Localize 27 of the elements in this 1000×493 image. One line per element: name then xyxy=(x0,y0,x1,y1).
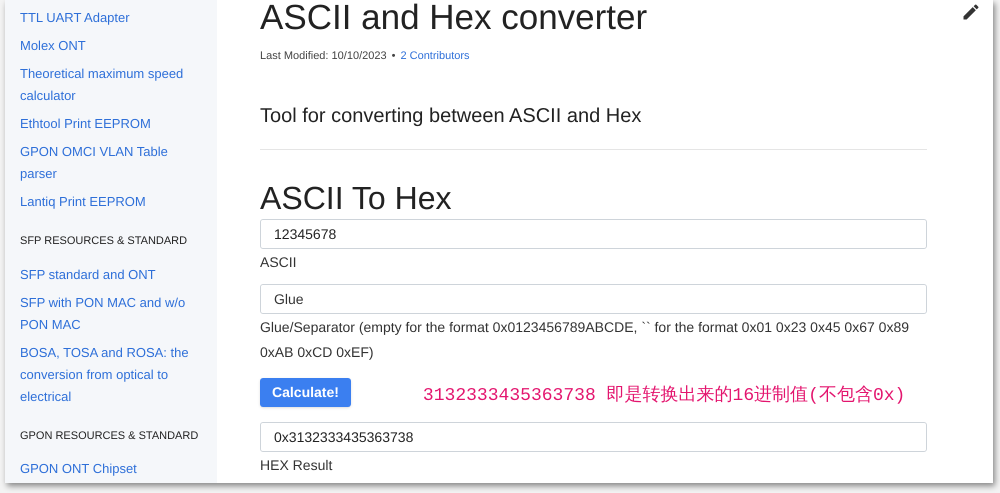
sidebar-link[interactable]: SFP with PON MAC and w/o PON MAC xyxy=(20,292,190,336)
input-field[interactable]: Glue xyxy=(260,284,927,314)
modified-date: Last Modified: 10/10/2023 xyxy=(260,49,387,64)
sidebar-link[interactable]: Molex ONT xyxy=(20,35,190,57)
contributors-link[interactable]: 2 Contributors xyxy=(400,48,470,64)
sidebar-link[interactable]: GPON ONT Chipset xyxy=(20,458,190,480)
sidebar-link[interactable]: SFP standard and ONT xyxy=(20,264,190,286)
edit-icon[interactable] xyxy=(961,2,981,22)
sidebar-link[interactable]: Lantiq Print EEPROM xyxy=(20,191,190,213)
sidebar-link[interactable]: GPON OMCI VLAN Table parser xyxy=(20,141,190,185)
sidebar-heading: SFP RESOURCES & STANDARD xyxy=(20,234,188,249)
input-field[interactable]: 0x3132333435363738 xyxy=(260,422,927,452)
sidebar-heading: GPON RESOURCES & STANDARD xyxy=(20,428,200,444)
field-label: ASCII xyxy=(260,252,298,272)
sidebar-link[interactable]: Ethtool Print EEPROM xyxy=(20,113,190,135)
sidebar-link[interactable]: BOSA, TOSA and ROSA: the conversion from optical to electrical xyxy=(20,342,190,408)
lead-text: Tool for converting between ASCII and Hex xyxy=(260,104,642,128)
section-title: ASCII To Hex xyxy=(260,178,452,216)
input-field[interactable]: 12345678 xyxy=(260,218,927,248)
field-label: HEX Result xyxy=(260,456,334,474)
sidebar-link[interactable]: TTL UART Adapter xyxy=(20,7,190,29)
calculate-button[interactable]: Calculate! xyxy=(260,378,351,406)
annotation-text: 3132333435363738 即是转换出来的16进制值(不包含0x) xyxy=(422,384,906,408)
field-label: Glue/Separator (empty for the format 0x0123456789ABCDE, `` for the format 0x01 0x23 0x45 0x67 0x89 0xAB 0xCD 0xEF) xyxy=(260,318,910,362)
sidebar-link[interactable]: Theoretical maximum speed calculator xyxy=(20,63,190,107)
separator-dot: • xyxy=(392,49,396,64)
page-title: ASCII and Hex converter xyxy=(260,0,648,34)
